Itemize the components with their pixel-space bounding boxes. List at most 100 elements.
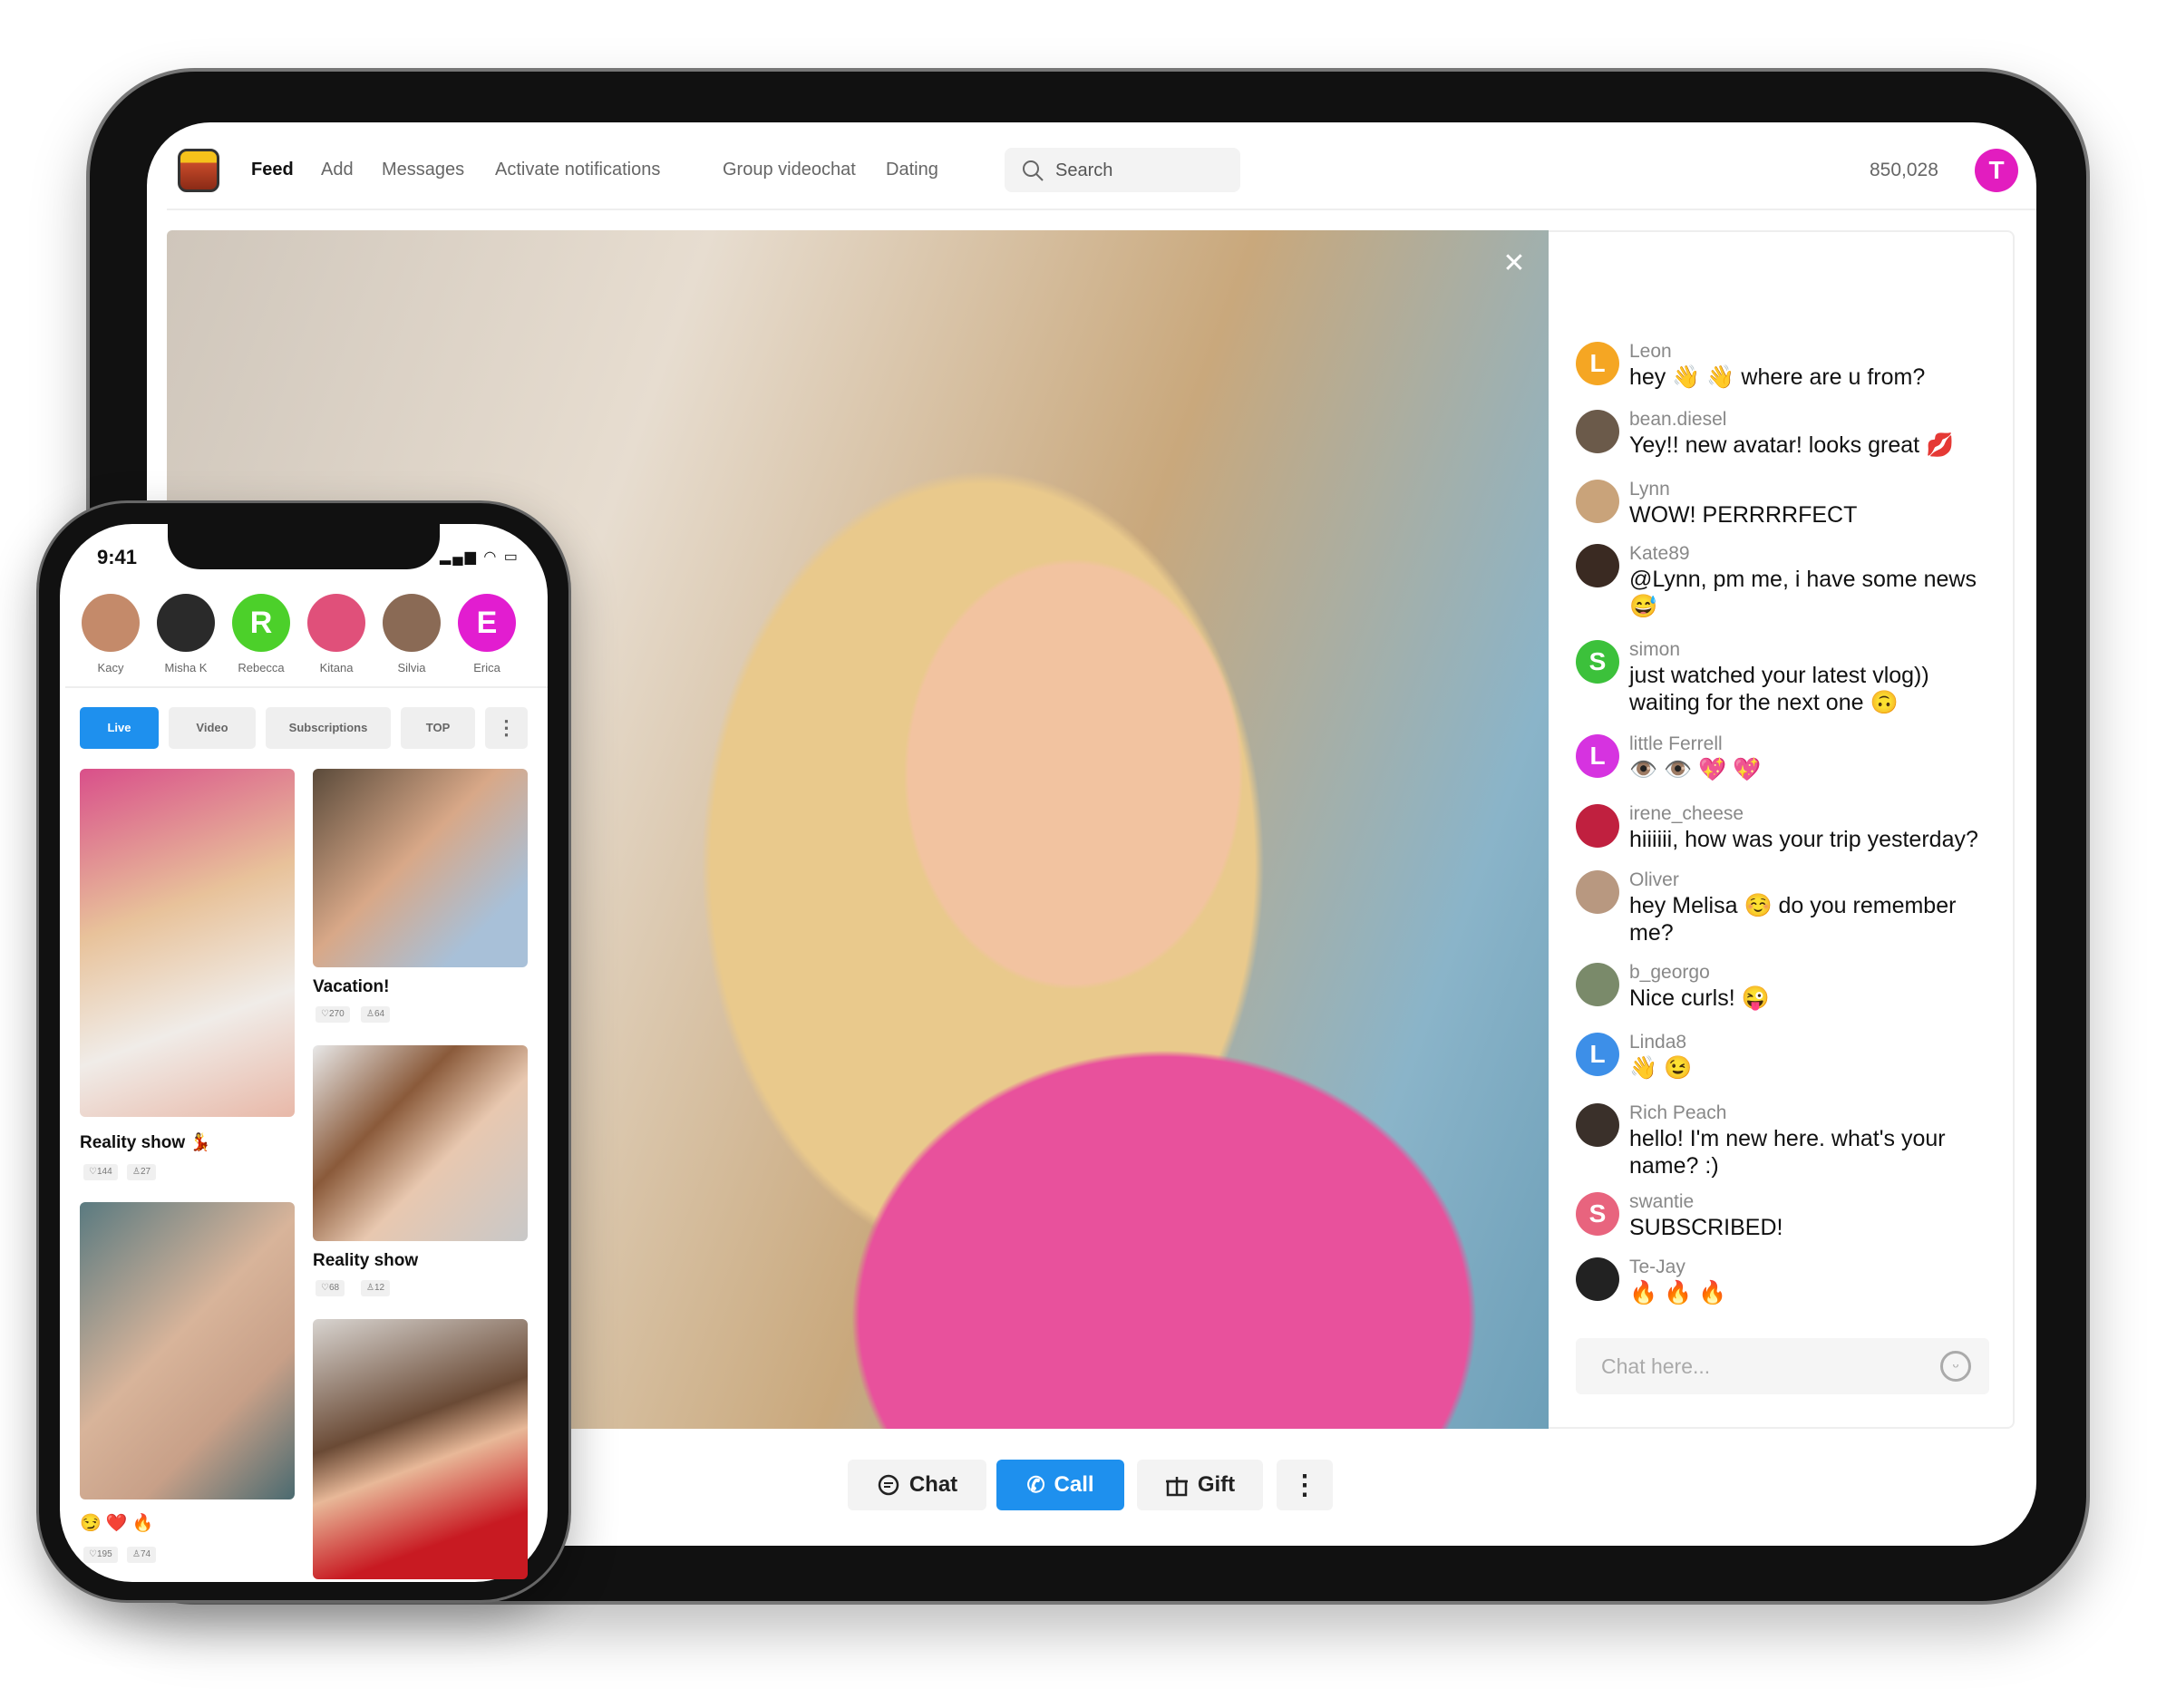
tab-subscriptions[interactable]: Subscriptions bbox=[266, 707, 391, 749]
chat-avatar[interactable] bbox=[1576, 480, 1619, 523]
story-avatar[interactable] bbox=[82, 594, 140, 652]
chat-avatar[interactable] bbox=[1576, 963, 1619, 1006]
chat-button[interactable]: Chat bbox=[848, 1460, 986, 1510]
chat-text: SUBSCRIBED! bbox=[1629, 1215, 1783, 1240]
chat-avatar[interactable]: L bbox=[1576, 1033, 1619, 1076]
chat-input[interactable]: Chat here... ᵕ bbox=[1576, 1338, 1989, 1394]
chat-avatar[interactable]: L bbox=[1576, 342, 1619, 385]
story-avatar[interactable] bbox=[157, 594, 215, 652]
story-item[interactable]: Silvia bbox=[383, 594, 441, 674]
chat-text: just watched your latest vlog)) waiting … bbox=[1629, 663, 1929, 715]
chat-username[interactable]: Leon bbox=[1629, 340, 2002, 364]
chat-avatar[interactable] bbox=[1576, 870, 1619, 914]
gift-button[interactable]: Gift bbox=[1137, 1460, 1263, 1510]
nav-messages[interactable]: Messages bbox=[382, 160, 464, 180]
chat-avatar[interactable]: L bbox=[1576, 734, 1619, 778]
chat-message: S simon just watched your latest vlog)) … bbox=[1576, 638, 2002, 716]
search-placeholder: Search bbox=[1055, 160, 1113, 180]
chat-avatar[interactable] bbox=[1576, 804, 1619, 848]
likes-count: ♡144 bbox=[83, 1164, 118, 1180]
chat-avatar[interactable]: S bbox=[1576, 640, 1619, 684]
stream-title: Vacation! bbox=[313, 977, 390, 996]
stream-thumbnail[interactable] bbox=[313, 1319, 528, 1579]
chat-username[interactable]: Rich Peach bbox=[1629, 1101, 2002, 1125]
nav-activate-notifications[interactable]: Activate notifications bbox=[495, 160, 660, 180]
chat-message: Kate89 @Lynn, pm me, i have some news 😅 bbox=[1576, 542, 2002, 620]
search-input[interactable]: Search bbox=[1005, 148, 1240, 192]
tab-video[interactable]: Video bbox=[169, 707, 256, 749]
chat-message: Te-Jay 🔥 🔥 🔥 bbox=[1576, 1256, 2002, 1306]
chat-username[interactable]: irene_cheese bbox=[1629, 802, 2002, 826]
nav-dating[interactable]: Dating bbox=[886, 160, 938, 180]
story-avatar[interactable]: R bbox=[232, 594, 290, 652]
chat-text: hello! I'm new here. what's your name? :… bbox=[1629, 1126, 1946, 1179]
stream-thumbnail[interactable] bbox=[80, 1202, 295, 1499]
chat-text: hiiiiii, how was your trip yesterday? bbox=[1629, 827, 1978, 852]
story-item[interactable]: Kacy bbox=[82, 594, 140, 674]
chat-username[interactable]: Oliver bbox=[1629, 869, 2002, 892]
chat-avatar[interactable] bbox=[1576, 1103, 1619, 1147]
story-name: Erica bbox=[473, 661, 500, 674]
gift-button-label: Gift bbox=[1197, 1472, 1236, 1497]
phone-divider bbox=[65, 686, 548, 688]
tab-top[interactable]: TOP bbox=[401, 707, 475, 749]
chat-username[interactable]: swantie bbox=[1629, 1190, 2002, 1214]
story-item[interactable]: R Rebecca bbox=[232, 594, 290, 674]
story-item[interactable]: Misha K bbox=[157, 594, 215, 674]
chat-text: Yey!! new avatar! looks great 💋 bbox=[1629, 432, 1955, 458]
stream-thumbnail[interactable] bbox=[313, 1045, 528, 1241]
chat-message: bean.diesel Yey!! new avatar! looks grea… bbox=[1576, 408, 2002, 459]
story-item[interactable]: Kitana bbox=[307, 594, 365, 674]
chat-username[interactable]: Kate89 bbox=[1629, 542, 2002, 566]
story-item[interactable]: E Erica bbox=[458, 594, 516, 674]
story-avatar[interactable] bbox=[383, 594, 441, 652]
chat-avatar[interactable]: S bbox=[1576, 1192, 1619, 1236]
tab-live[interactable]: Live bbox=[80, 707, 159, 749]
nav-add[interactable]: Add bbox=[321, 160, 354, 180]
chat-avatar[interactable] bbox=[1576, 544, 1619, 587]
story-avatar[interactable] bbox=[307, 594, 365, 652]
likes-count: ♡68 bbox=[316, 1280, 345, 1296]
chat-message: b_georgo Nice curls! 😜 bbox=[1576, 961, 2002, 1012]
call-button-label: Call bbox=[1054, 1472, 1094, 1497]
chat-text: Nice curls! 😜 bbox=[1629, 985, 1770, 1011]
chat-message: L Leon hey 👋 👋 where are u from? bbox=[1576, 340, 2002, 391]
story-name: Kacy bbox=[97, 661, 124, 674]
stream-reactions: 😏 ❤️ 🔥 bbox=[80, 1514, 154, 1533]
chat-username[interactable]: Linda8 bbox=[1629, 1031, 2002, 1054]
stream-title: Reality show 💃 bbox=[80, 1133, 212, 1152]
phone-notch bbox=[168, 524, 440, 569]
chat-username[interactable]: simon bbox=[1629, 638, 2002, 662]
chat-avatar[interactable] bbox=[1576, 1257, 1619, 1301]
chat-text: WOW! PERRRRFECT bbox=[1629, 502, 1858, 528]
app-logo[interactable] bbox=[178, 149, 219, 192]
chat-username[interactable]: Lynn bbox=[1629, 478, 2002, 501]
stream-thumbnail[interactable] bbox=[80, 769, 295, 1117]
stream-thumbnail[interactable] bbox=[313, 769, 528, 967]
story-name: Misha K bbox=[164, 661, 208, 674]
chat-text: hey Melisa ☺️ do you remember me? bbox=[1629, 893, 1957, 946]
more-tabs-button[interactable]: ⋮ bbox=[485, 707, 528, 749]
chat-message: irene_cheese hiiiiii, how was your trip … bbox=[1576, 802, 2002, 853]
chat-username[interactable]: bean.diesel bbox=[1629, 408, 2002, 432]
chat-message: Rich Peach hello! I'm new here. what's y… bbox=[1576, 1101, 2002, 1179]
user-avatar[interactable]: T bbox=[1975, 149, 2018, 192]
nav-feed[interactable]: Feed bbox=[251, 160, 294, 180]
emoji-icon[interactable]: ᵕ bbox=[1940, 1351, 1971, 1382]
viewers-count: ♙12 bbox=[361, 1280, 391, 1296]
status-time: 9:41 bbox=[97, 546, 138, 568]
chat-text: hey 👋 👋 where are u from? bbox=[1629, 364, 1926, 390]
call-button[interactable]: ✆ Call bbox=[996, 1460, 1124, 1510]
more-button[interactable]: ⋮ bbox=[1277, 1460, 1333, 1510]
story-avatar[interactable]: E bbox=[458, 594, 516, 652]
nav-group-videochat[interactable]: Group videochat bbox=[723, 160, 856, 180]
close-icon[interactable]: ✕ bbox=[1501, 250, 1528, 277]
chat-button-label: Chat bbox=[908, 1472, 958, 1497]
likes-count: ♡195 bbox=[83, 1547, 118, 1563]
chat-username[interactable]: b_georgo bbox=[1629, 961, 2002, 985]
chat-username[interactable]: little Ferrell bbox=[1629, 733, 2002, 756]
status-icons: ▂▄▆ ◠ ▭ bbox=[440, 549, 520, 565]
chat-username[interactable]: Te-Jay bbox=[1629, 1256, 2002, 1279]
chat-message: Oliver hey Melisa ☺️ do you remember me? bbox=[1576, 869, 2002, 946]
chat-avatar[interactable] bbox=[1576, 410, 1619, 453]
